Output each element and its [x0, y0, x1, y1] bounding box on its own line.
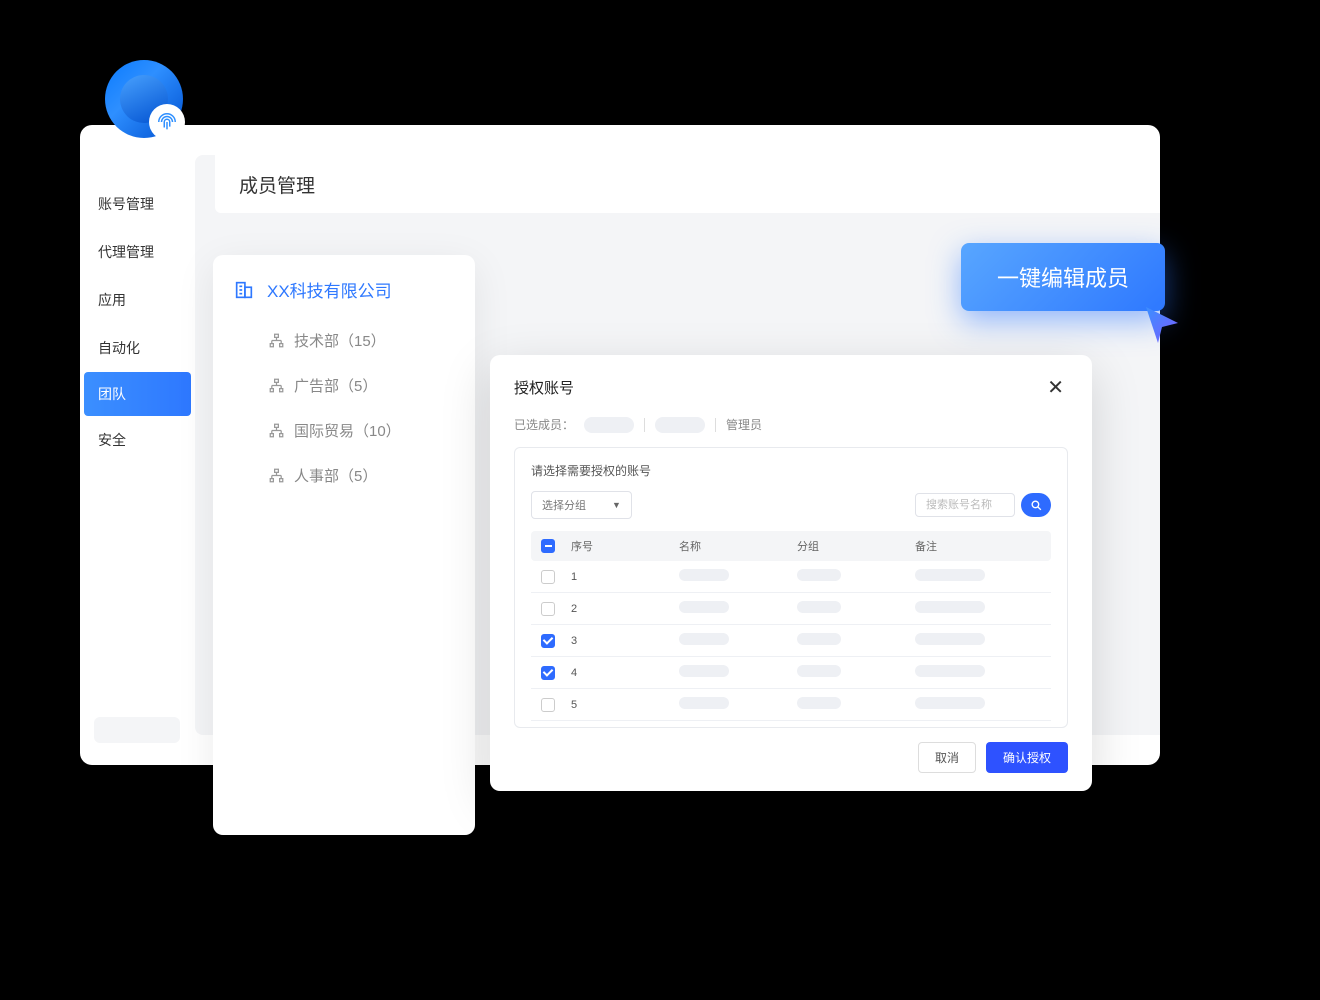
col-note: 备注: [915, 538, 1041, 554]
sidebar-item-team[interactable]: 团队: [84, 372, 191, 416]
cell-placeholder: [797, 633, 841, 645]
hierarchy-icon: [269, 378, 284, 393]
divider: [715, 418, 716, 432]
row-checkbox[interactable]: [541, 634, 555, 648]
sidebar-footer-placeholder: [94, 717, 180, 743]
row-checkbox[interactable]: [541, 570, 555, 584]
edit-members-button[interactable]: 一键编辑成员: [961, 243, 1165, 311]
close-icon: ✕: [1047, 377, 1064, 399]
cell-seq: 2: [571, 603, 671, 615]
close-button[interactable]: ✕: [1043, 375, 1068, 400]
cell-placeholder: [679, 601, 729, 613]
main-content: 成员管理 XX科技有限公司 技术部（15）: [195, 155, 1160, 735]
dept-label: 技术部（15）: [294, 330, 386, 351]
selected-label: 已选成员：: [514, 416, 574, 433]
sidebar-item-security[interactable]: 安全: [80, 416, 195, 464]
cell-placeholder: [679, 697, 729, 709]
confirm-button[interactable]: 确认授权: [986, 742, 1068, 773]
app-window: 账号管理 代理管理 应用 自动化 团队 安全 成员管理 XX科技有限公司: [80, 125, 1160, 765]
cell-placeholder: [797, 697, 841, 709]
sidebar-item-automation[interactable]: 自动化: [80, 324, 195, 372]
dept-item-tech[interactable]: 技术部（15）: [233, 318, 455, 363]
selected-member-placeholder: [655, 417, 705, 433]
row-checkbox[interactable]: [541, 666, 555, 680]
selected-member-placeholder: [584, 417, 634, 433]
cancel-button[interactable]: 取消: [918, 742, 976, 773]
row-checkbox[interactable]: [541, 602, 555, 616]
cell-seq: 1: [571, 571, 671, 583]
cell-placeholder: [915, 697, 985, 709]
authorize-modal: 授权账号 ✕ 已选成员： 管理员 请选择需要授权的账号 选择分组 ▼: [490, 355, 1092, 791]
selected-members-row: 已选成员： 管理员: [514, 416, 1068, 433]
dept-label: 广告部（5）: [294, 375, 377, 396]
cell-placeholder: [797, 569, 841, 581]
chevron-down-icon: ▼: [612, 500, 621, 510]
cell-placeholder: [797, 665, 841, 677]
cell-placeholder: [679, 665, 729, 677]
sidebar-item-apps[interactable]: 应用: [80, 276, 195, 324]
hierarchy-icon: [269, 333, 284, 348]
search-input[interactable]: [915, 493, 1015, 517]
page-title: 成员管理: [215, 155, 1160, 213]
search-icon: [1030, 499, 1043, 512]
app-logo: [105, 60, 183, 138]
col-seq: 序号: [571, 538, 671, 554]
building-icon: [233, 279, 255, 301]
cell-placeholder: [797, 601, 841, 613]
cell-placeholder: [679, 569, 729, 581]
cell-placeholder: [679, 633, 729, 645]
company-node[interactable]: XX科技有限公司: [233, 277, 455, 302]
search-button[interactable]: [1021, 493, 1051, 517]
cell-seq: 5: [571, 699, 671, 711]
accounts-table: 序号 名称 分组 备注 1 2: [531, 531, 1051, 721]
dropdown-label: 选择分组: [542, 497, 586, 513]
hierarchy-icon: [269, 423, 284, 438]
dept-item-trade[interactable]: 国际贸易（10）: [233, 408, 455, 453]
table-row: 1: [531, 561, 1051, 593]
org-tree-panel: XX科技有限公司 技术部（15） 广告部（5）: [213, 255, 475, 835]
table-header: 序号 名称 分组 备注: [531, 531, 1051, 561]
select-all-checkbox[interactable]: [541, 539, 555, 553]
col-group: 分组: [797, 538, 907, 554]
dept-label: 人事部（5）: [294, 465, 377, 486]
group-dropdown[interactable]: 选择分组 ▼: [531, 491, 632, 519]
sidebar-item-proxy[interactable]: 代理管理: [80, 228, 195, 276]
cell-placeholder: [915, 633, 985, 645]
dept-item-hr[interactable]: 人事部（5）: [233, 453, 455, 498]
cursor-icon: [1140, 303, 1184, 347]
cell-placeholder: [915, 601, 985, 613]
modal-title: 授权账号: [514, 377, 574, 398]
table-row: 3: [531, 625, 1051, 657]
col-name: 名称: [679, 538, 789, 554]
divider: [644, 418, 645, 432]
sidebar: 账号管理 代理管理 应用 自动化 团队 安全: [80, 125, 195, 765]
cell-seq: 4: [571, 667, 671, 679]
table-row: 2: [531, 593, 1051, 625]
cell-seq: 3: [571, 635, 671, 647]
modal-hint: 请选择需要授权的账号: [531, 462, 1051, 479]
role-label: 管理员: [726, 416, 762, 433]
row-checkbox[interactable]: [541, 698, 555, 712]
cell-placeholder: [915, 665, 985, 677]
hierarchy-icon: [269, 468, 284, 483]
table-row: 4: [531, 657, 1051, 689]
company-name: XX科技有限公司: [267, 277, 392, 302]
cell-placeholder: [915, 569, 985, 581]
dept-label: 国际贸易（10）: [294, 420, 401, 441]
dept-item-ads[interactable]: 广告部（5）: [233, 363, 455, 408]
sidebar-item-accounts[interactable]: 账号管理: [80, 180, 195, 228]
table-row: 5: [531, 689, 1051, 721]
fingerprint-icon: [149, 104, 185, 140]
